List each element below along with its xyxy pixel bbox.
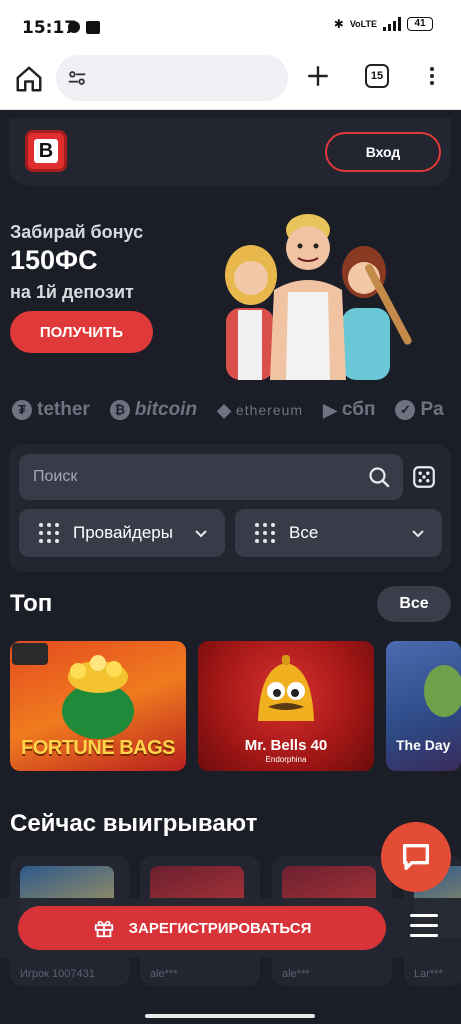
system-icons: ✱ VoLTE 41 xyxy=(334,17,433,31)
browser-toolbar: 15 xyxy=(0,50,461,110)
new-tab-icon[interactable] xyxy=(305,63,331,89)
more-options-icon[interactable] xyxy=(425,64,439,90)
home-icon[interactable] xyxy=(14,64,44,94)
signal-icon xyxy=(383,17,401,31)
promo-headline: Забирай бонус xyxy=(10,222,144,242)
message-notification-icon xyxy=(68,21,80,33)
bitcoin-icon: ₿ xyxy=(109,400,130,420)
chat-bubble-icon xyxy=(402,843,430,871)
payment-ethereum: ◆ ethereum xyxy=(217,400,303,421)
status-bar: 15:17 ✱ VoLTE 41 xyxy=(0,0,461,50)
promo-amount: 150ФС xyxy=(10,245,98,275)
battery-icon: 41 xyxy=(407,17,433,31)
chevron-down-icon xyxy=(195,530,207,538)
top-section-title: Топ xyxy=(10,590,53,617)
payment-other: ✓ Pa xyxy=(395,399,444,421)
gift-icon xyxy=(94,920,113,938)
logo-letter: B xyxy=(34,139,58,163)
game-card-fortune-bags[interactable]: FORTUNE BAGS xyxy=(10,641,186,771)
check-icon: ✓ xyxy=(395,400,416,420)
top-see-all-button[interactable]: Все xyxy=(377,586,451,622)
game-title: The Day xyxy=(396,737,451,753)
game-title: FORTUNE BAGS xyxy=(21,737,176,759)
payment-sbp: ▶ сбп xyxy=(323,399,375,421)
payment-label: tether xyxy=(37,399,90,420)
search-box[interactable] xyxy=(19,454,403,500)
bottom-action-bar: ЗАРЕГИСТРИРОВАТЬСЯ xyxy=(0,898,461,958)
system-navigation-bar xyxy=(0,1000,461,1024)
site-logo[interactable]: B xyxy=(25,130,67,172)
payment-bitcoin: ₿ bitcoin xyxy=(109,399,198,421)
game-provider: Endorphina xyxy=(265,755,307,764)
ethereum-icon: ◆ xyxy=(217,399,231,420)
category-label: Все xyxy=(289,523,319,542)
chevron-down-icon xyxy=(412,530,424,538)
game-card-the-day[interactable]: The Day xyxy=(386,641,461,771)
search-icon[interactable] xyxy=(367,465,391,489)
grid-dots-icon xyxy=(39,523,59,543)
sbp-icon: ▶ xyxy=(323,399,337,420)
app-notification-icon xyxy=(86,21,100,34)
providers-label: Провайдеры xyxy=(73,523,173,542)
payment-label: Pa xyxy=(420,399,444,420)
payment-label: сбп xyxy=(341,399,376,420)
providers-dropdown[interactable]: Провайдеры xyxy=(19,509,225,557)
volte-icon: VoLTE xyxy=(349,19,377,29)
payment-label: ethereum xyxy=(235,402,304,418)
winner-user: Игрок 1007431 xyxy=(20,968,95,980)
support-chat-button[interactable] xyxy=(381,822,451,892)
tab-switcher-button[interactable]: 15 xyxy=(365,64,389,88)
home-gesture-pill[interactable] xyxy=(145,1014,315,1018)
promo-characters-image xyxy=(225,214,412,380)
money-bag-image xyxy=(62,655,134,739)
orc-character-image xyxy=(424,665,461,717)
payment-methods: ₮ tether ₿ bitcoin ◆ ethereum ▶ сбп ✓ Pa xyxy=(12,395,461,425)
address-bar[interactable] xyxy=(56,55,288,101)
login-button[interactable]: Вход xyxy=(325,132,441,172)
search-input[interactable] xyxy=(33,454,353,500)
random-game-dice-icon[interactable] xyxy=(411,464,437,490)
site-settings-icon[interactable] xyxy=(66,67,88,89)
site-header: B Вход xyxy=(9,118,451,186)
register-button[interactable]: ЗАРЕГИСТРИРОВАТЬСЯ xyxy=(18,906,386,950)
grid-dots-icon xyxy=(255,523,275,543)
bell-character-image xyxy=(258,655,314,721)
winner-user: Lar*** xyxy=(414,968,443,980)
provider-badge xyxy=(12,643,48,665)
game-title: Mr. Bells 40 xyxy=(244,737,328,754)
bluetooth-icon: ✱ xyxy=(333,17,344,31)
payment-label: bitcoin xyxy=(134,399,198,420)
register-label: ЗАРЕГИСТРИРОВАТЬСЯ xyxy=(128,919,312,937)
winners-section-title: Сейчас выигрывают xyxy=(10,810,258,837)
winner-user: ale*** xyxy=(150,968,178,980)
winner-user: ale*** xyxy=(282,968,310,980)
get-bonus-button[interactable]: ПОЛУЧИТЬ xyxy=(10,311,153,353)
tether-icon: ₮ xyxy=(12,400,32,420)
hamburger-menu-icon[interactable] xyxy=(410,914,438,938)
game-card-mr-bells[interactable]: Mr. Bells 40 Endorphina xyxy=(198,641,374,771)
payment-tether: ₮ tether xyxy=(12,399,90,421)
promo-condition: на 1й депозит xyxy=(10,282,134,302)
game-filter-panel: Провайдеры Все xyxy=(9,444,451,572)
category-dropdown[interactable]: Все xyxy=(235,509,442,557)
